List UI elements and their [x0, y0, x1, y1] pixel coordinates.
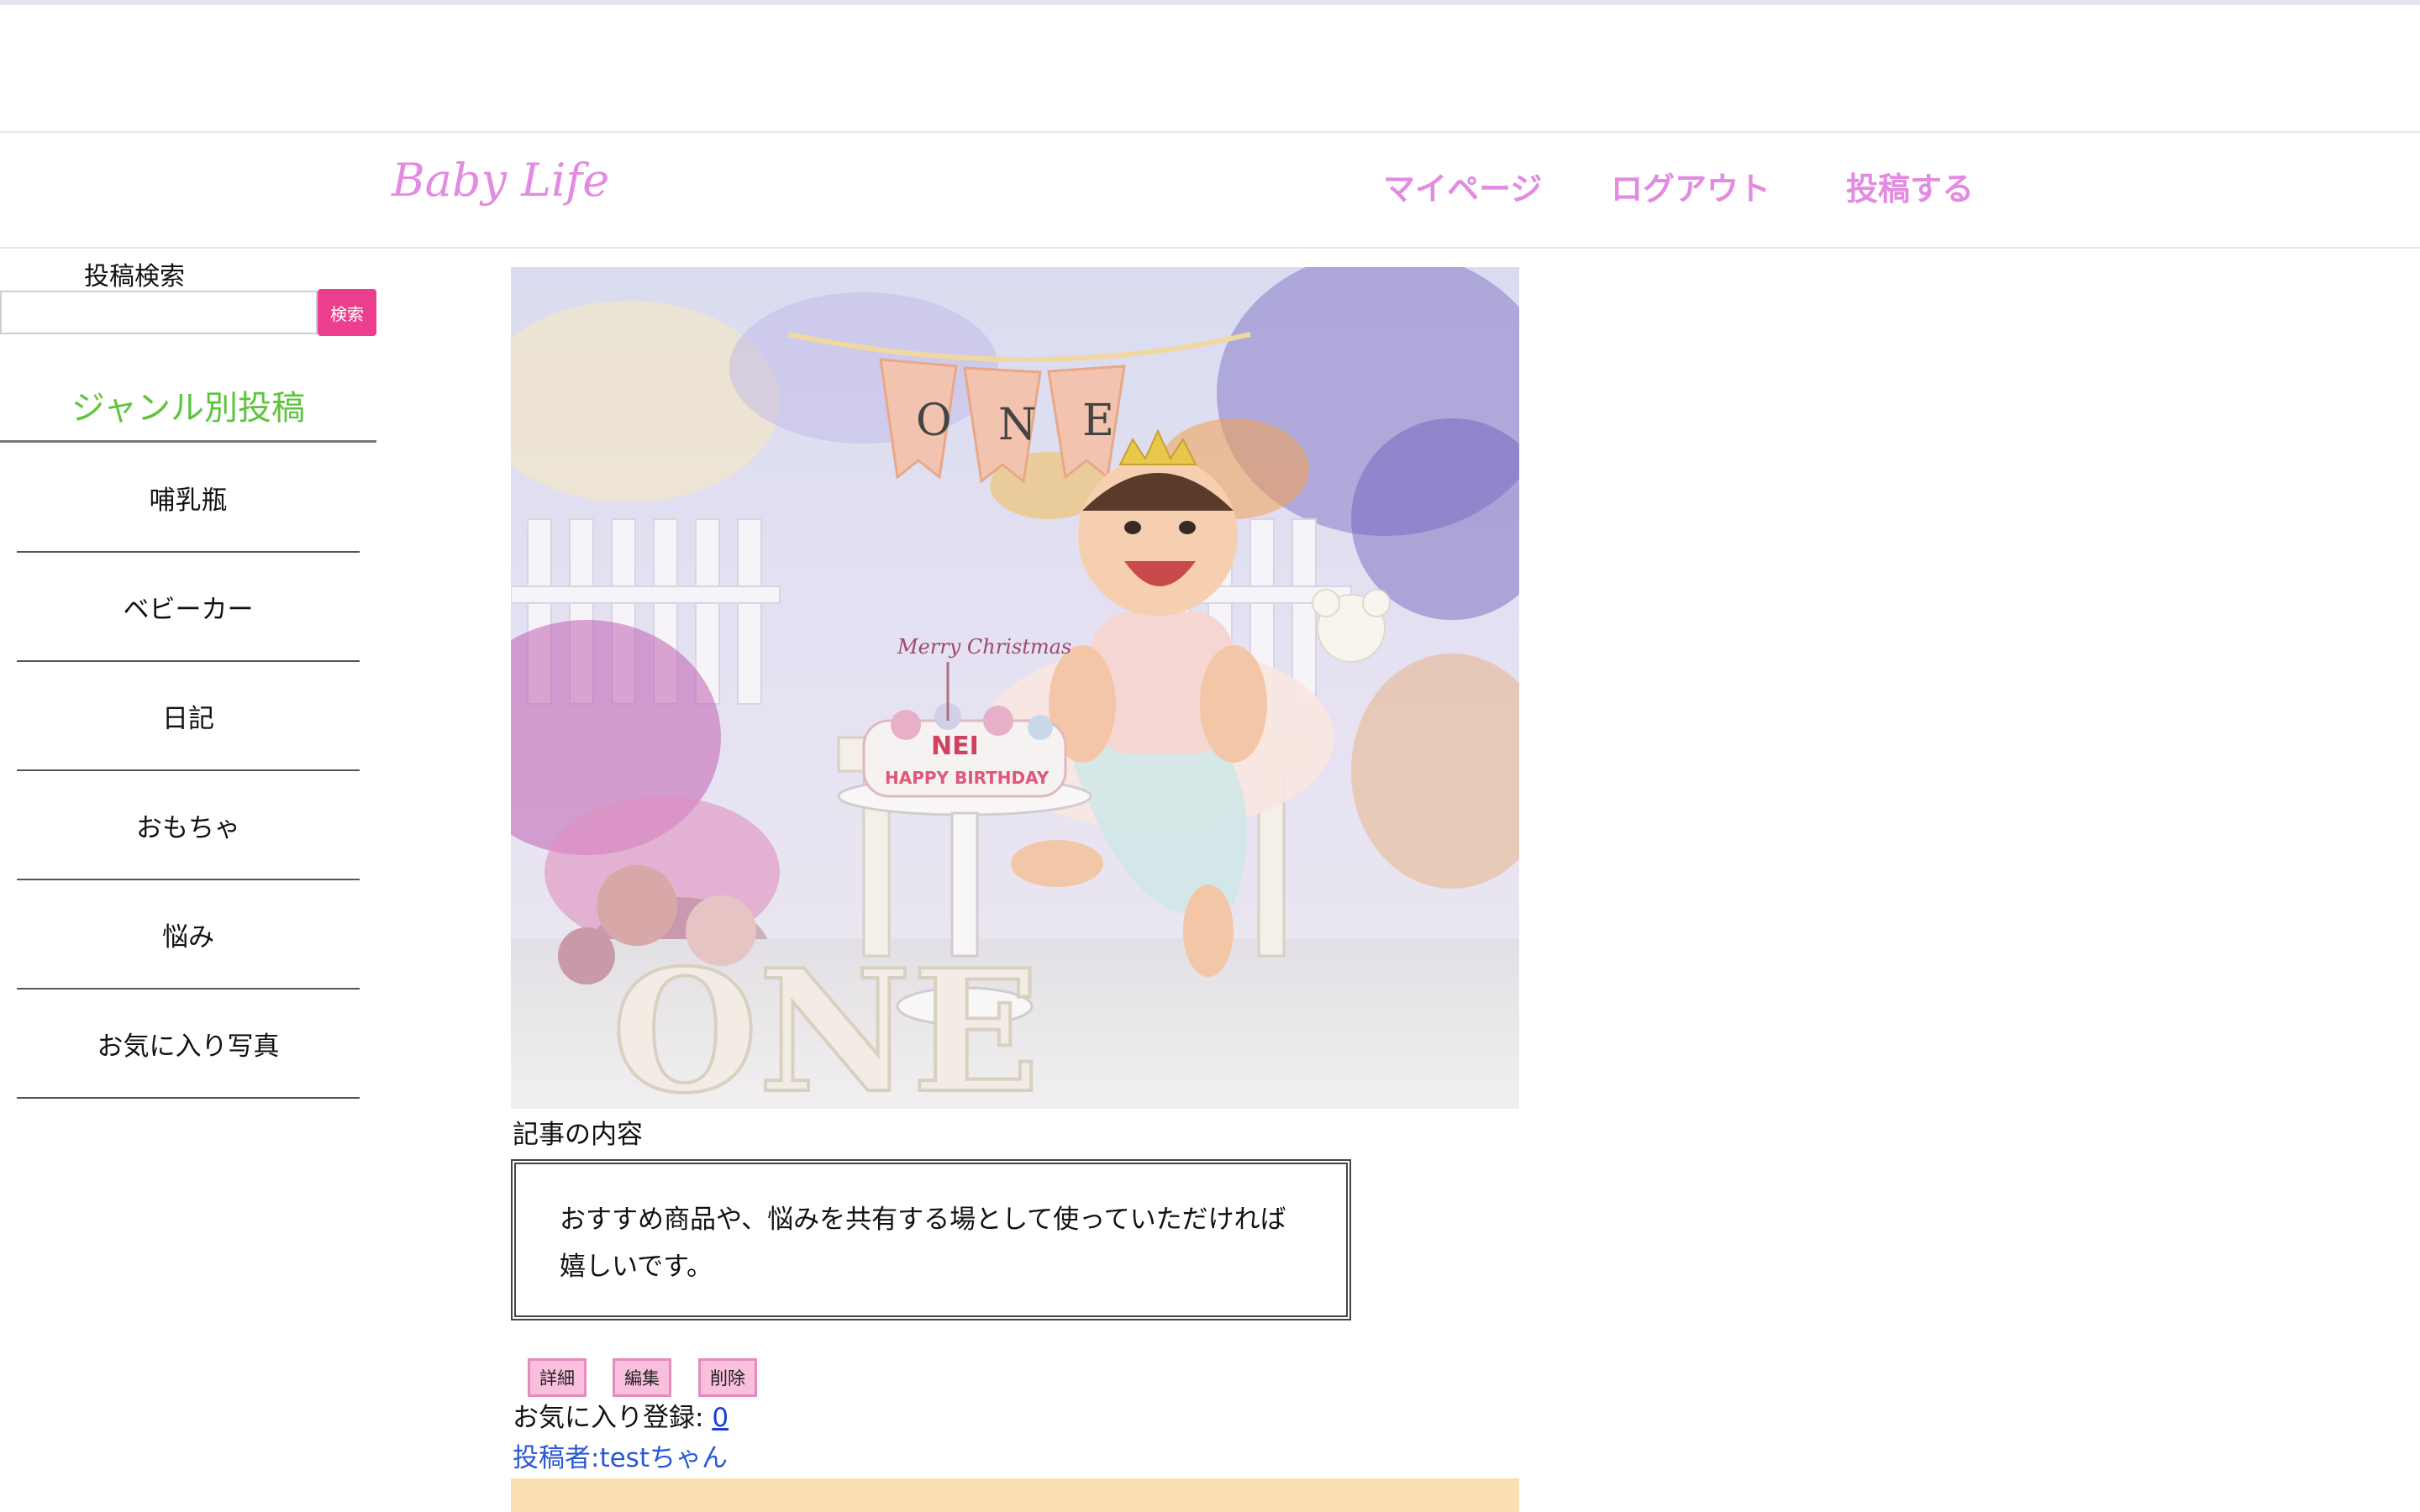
search-label: 投稿検索 — [84, 262, 185, 291]
search-input[interactable] — [0, 291, 318, 334]
one-letters-prop: ONE — [612, 933, 1039, 1109]
content-box: おすすめ商品や、悩みを共有する場として使っていただければ嬉しいです。 — [511, 1159, 1351, 1320]
content-label: 記事の内容 — [513, 1120, 643, 1150]
bunting-letter: N — [998, 400, 1037, 450]
delete-button[interactable]: 削除 — [698, 1358, 757, 1397]
favorite-row: お気に入り登録: 0 — [513, 1401, 729, 1435]
favorite-count-link[interactable]: 0 — [712, 1403, 729, 1433]
detail-button[interactable]: 詳細 — [528, 1358, 587, 1397]
genre-section-title: ジャンル別投稿 — [71, 389, 305, 428]
favorite-label: お気に入り登録: — [513, 1403, 713, 1433]
nav-new-post-link[interactable]: 投稿する — [1846, 173, 1974, 205]
search-button[interactable]: 検索 — [318, 289, 376, 336]
genre-item-bottle[interactable]: 哺乳瓶 — [17, 444, 360, 553]
genre-item-worries[interactable]: 悩み — [17, 880, 360, 990]
site-logo[interactable]: Baby Life — [392, 158, 609, 203]
genre-title-divider — [0, 440, 376, 443]
browser-top-edge — [0, 0, 2420, 5]
birthday-photo-illustration: O N E NEI HAPPY BIRTHDAY Merry Christmas… — [511, 267, 1519, 1109]
cake-name-text: NEI — [931, 732, 979, 761]
nav-logout-link[interactable]: ログアウト — [1611, 173, 1770, 205]
genre-item-toys[interactable]: おもちゃ — [17, 771, 360, 880]
genre-item-favorite-photos[interactable]: お気に入り写真 — [17, 990, 360, 1099]
post-photo[interactable]: O N E NEI HAPPY BIRTHDAY Merry Christmas… — [511, 267, 1519, 1109]
nav-mypage-link[interactable]: マイページ — [1383, 173, 1542, 205]
genre-item-diary[interactable]: 日記 — [17, 662, 360, 771]
site-header: Baby Life マイページ ログアウト 投稿する — [0, 131, 2420, 249]
genre-item-stroller[interactable]: ベビーカー — [17, 553, 360, 662]
bunting-letter: O — [916, 396, 952, 446]
cake-topper-text: Merry Christmas — [897, 635, 1071, 659]
author-link[interactable]: 投稿者:testちゃん — [513, 1441, 728, 1475]
content-text: おすすめ商品や、悩みを共有する場として使っていただければ嬉しいです。 — [560, 1205, 1286, 1282]
edit-button[interactable]: 編集 — [613, 1358, 671, 1397]
cake-birthday-text: HAPPY BIRTHDAY — [885, 768, 1050, 788]
bunting-letter: E — [1082, 396, 1114, 446]
next-post-strip — [511, 1478, 1519, 1512]
